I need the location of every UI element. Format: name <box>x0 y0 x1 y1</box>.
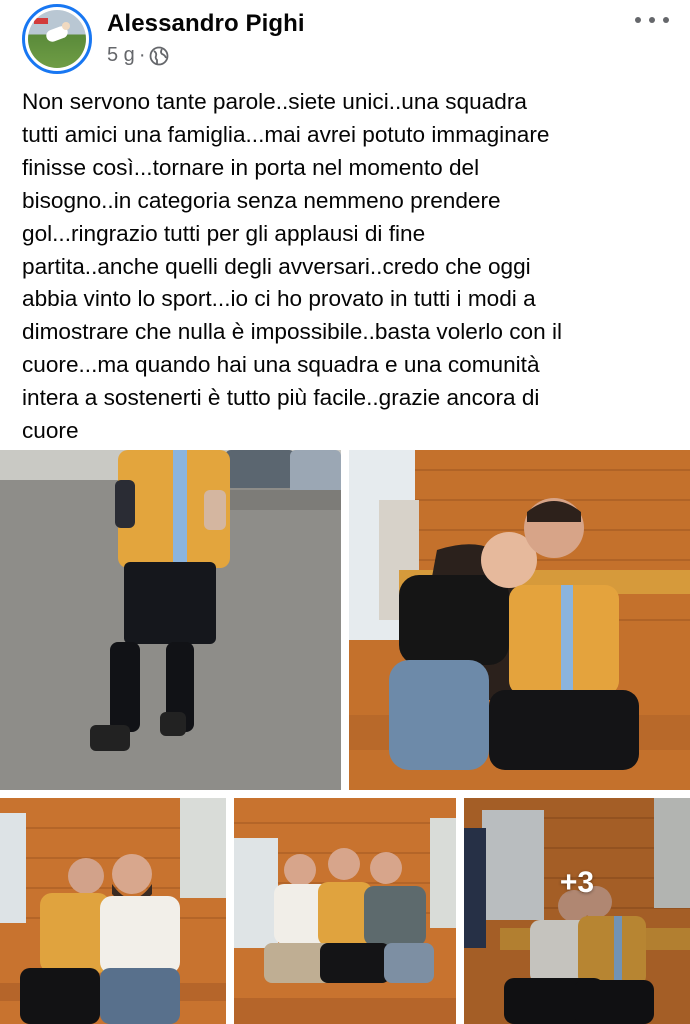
post-photo-2[interactable] <box>349 450 690 790</box>
more-photos-overlay[interactable]: +3 <box>464 798 690 1024</box>
globe-icon <box>150 46 169 65</box>
post-time[interactable]: 5 g <box>107 44 135 67</box>
avatar[interactable] <box>22 4 92 74</box>
photo-3-image <box>0 798 226 1024</box>
post-meta: 5 g · <box>107 44 169 67</box>
author-name[interactable]: Alessandro Pighi <box>107 10 305 38</box>
post-header: Alessandro Pighi 5 g · <box>0 0 690 80</box>
meta-separator: · <box>138 44 146 66</box>
photo-4-image <box>234 798 456 1024</box>
post-photo-1[interactable] <box>0 450 341 790</box>
photo-2-image <box>349 450 690 790</box>
post-photo-3[interactable] <box>0 798 226 1024</box>
more-photos-count: +3 <box>559 866 595 899</box>
more-options-icon[interactable] <box>635 8 669 32</box>
post-text: Non servono tante parole..siete unici..u… <box>22 89 562 444</box>
photo-1-image <box>0 450 341 790</box>
post-photo-5[interactable]: +3 <box>464 798 690 1024</box>
post-photo-4[interactable] <box>234 798 456 1024</box>
avatar-photo <box>28 10 86 68</box>
